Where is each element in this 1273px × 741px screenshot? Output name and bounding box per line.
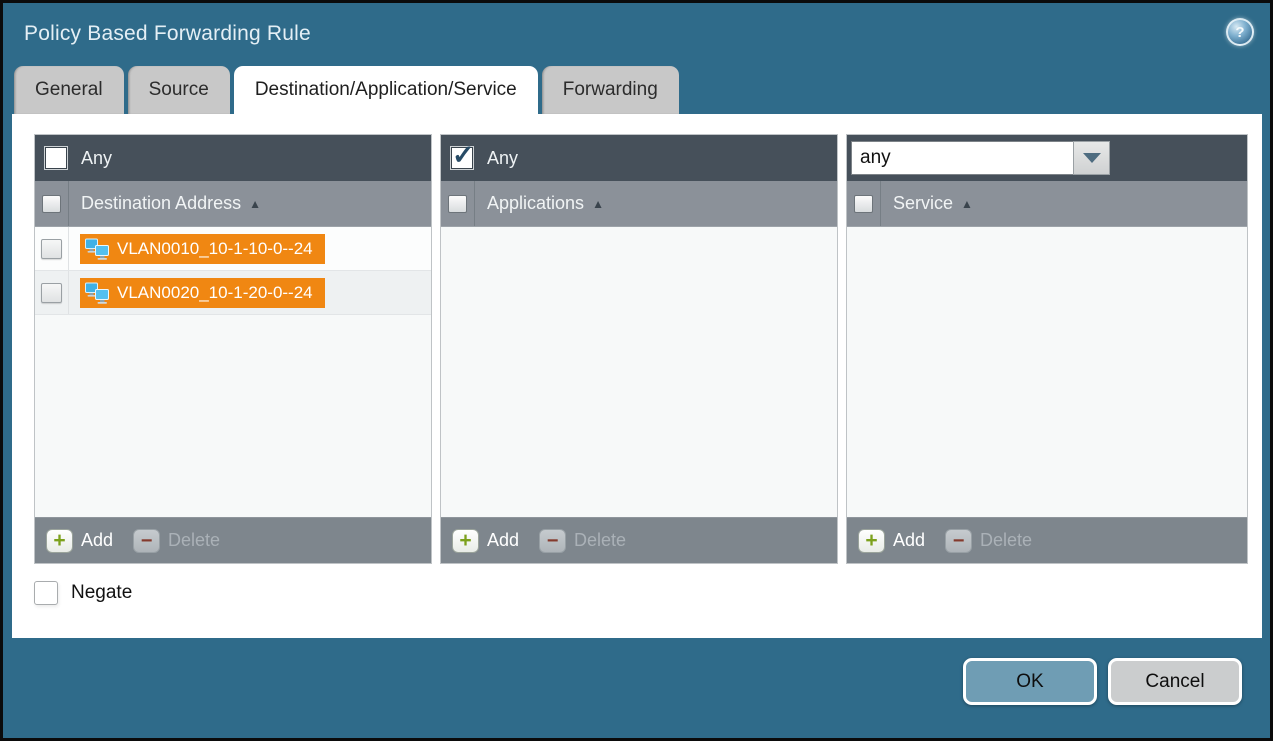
service-list (847, 227, 1247, 517)
destination-selectall-checkbox[interactable] (42, 195, 61, 213)
pbf-rule-dialog: Policy Based Forwarding Rule ? General S… (0, 0, 1273, 741)
delete-button[interactable]: − Delete (133, 529, 220, 553)
applications-list (441, 227, 837, 517)
service-header-row: Service ▲ (847, 181, 1247, 227)
service-toolbar: + Add − Delete (847, 517, 1247, 563)
service-column: Service ▲ + Add − Delete (846, 134, 1248, 564)
address-object-tag: VLAN0020_10-1-20-0--24 (80, 278, 325, 308)
delete-icon: − (945, 529, 972, 553)
delete-icon: − (133, 529, 160, 553)
add-icon: + (858, 529, 885, 553)
applications-column: Any Applications ▲ + Add (440, 134, 838, 564)
add-icon: + (46, 529, 73, 553)
dialog-titlebar: Policy Based Forwarding Rule ? (3, 3, 1270, 65)
cancel-button[interactable]: Cancel (1108, 658, 1242, 705)
sort-asc-icon: ▲ (249, 198, 261, 210)
applications-sort-header[interactable]: Applications ▲ (475, 193, 604, 214)
dialog-buttons: OK Cancel (963, 658, 1242, 705)
destination-any-checkbox[interactable] (44, 146, 68, 170)
address-object-label: VLAN0010_10-1-10-0--24 (117, 239, 313, 259)
help-icon[interactable]: ? (1226, 18, 1254, 46)
network-icon (84, 237, 110, 261)
add-button[interactable]: + Add (858, 529, 925, 553)
delete-icon: − (539, 529, 566, 553)
tab-bar: General Source Destination/Application/S… (3, 65, 1270, 114)
columns-container: Any Destination Address ▲ (34, 134, 1262, 564)
negate-label: Negate (71, 582, 132, 604)
dropdown-button[interactable] (1073, 141, 1110, 175)
address-object-tag: VLAN0010_10-1-10-0--24 (80, 234, 325, 264)
applications-selectall-checkbox[interactable] (448, 195, 467, 213)
destination-header-label: Destination Address (81, 193, 241, 214)
service-selectall-checkbox[interactable] (854, 195, 873, 213)
service-mode-bar (847, 135, 1247, 181)
service-mode-dropdown (851, 141, 1110, 175)
service-mode-input[interactable] (851, 141, 1073, 175)
applications-header-label: Applications (487, 193, 584, 214)
negate-option: Negate (34, 581, 1262, 605)
applications-header-row: Applications ▲ (441, 181, 837, 227)
tab-general[interactable]: General (14, 66, 124, 114)
delete-button[interactable]: − Delete (945, 529, 1032, 553)
add-button[interactable]: + Add (46, 529, 113, 553)
row-checkbox[interactable] (41, 283, 62, 303)
delete-button[interactable]: − Delete (539, 529, 626, 553)
chevron-down-icon (1083, 153, 1101, 163)
table-row[interactable]: VLAN0010_10-1-10-0--24 (35, 227, 431, 271)
dialog-title: Policy Based Forwarding Rule (24, 22, 311, 46)
applications-any-checkbox[interactable] (450, 146, 474, 170)
destination-list: VLAN0010_10-1-10-0--24 (35, 227, 431, 517)
table-row[interactable]: VLAN0020_10-1-20-0--24 (35, 271, 431, 315)
applications-toolbar: + Add − Delete (441, 517, 837, 563)
service-sort-header[interactable]: Service ▲ (881, 193, 973, 214)
tab-forwarding[interactable]: Forwarding (542, 66, 679, 114)
applications-any-bar: Any (441, 135, 837, 181)
network-icon (84, 281, 110, 305)
address-object-label: VLAN0020_10-1-20-0--24 (117, 283, 313, 303)
ok-button[interactable]: OK (963, 658, 1097, 705)
sort-asc-icon: ▲ (592, 198, 604, 210)
tab-destination-application-service[interactable]: Destination/Application/Service (234, 66, 538, 114)
destination-toolbar: + Add − Delete (35, 517, 431, 563)
destination-header-row: Destination Address ▲ (35, 181, 431, 227)
destination-any-label: Any (81, 148, 112, 169)
dialog-footer: OK Cancel (3, 639, 1270, 738)
add-button[interactable]: + Add (452, 529, 519, 553)
destination-sort-header[interactable]: Destination Address ▲ (69, 193, 261, 214)
service-header-label: Service (893, 193, 953, 214)
destination-any-bar: Any (35, 135, 431, 181)
tab-content-panel: Any Destination Address ▲ (12, 114, 1262, 638)
row-checkbox[interactable] (41, 239, 62, 259)
add-icon: + (452, 529, 479, 553)
negate-checkbox[interactable] (34, 581, 58, 605)
applications-any-label: Any (487, 148, 518, 169)
sort-asc-icon: ▲ (961, 198, 973, 210)
destination-column: Any Destination Address ▲ (34, 134, 432, 564)
tab-source[interactable]: Source (128, 66, 230, 114)
